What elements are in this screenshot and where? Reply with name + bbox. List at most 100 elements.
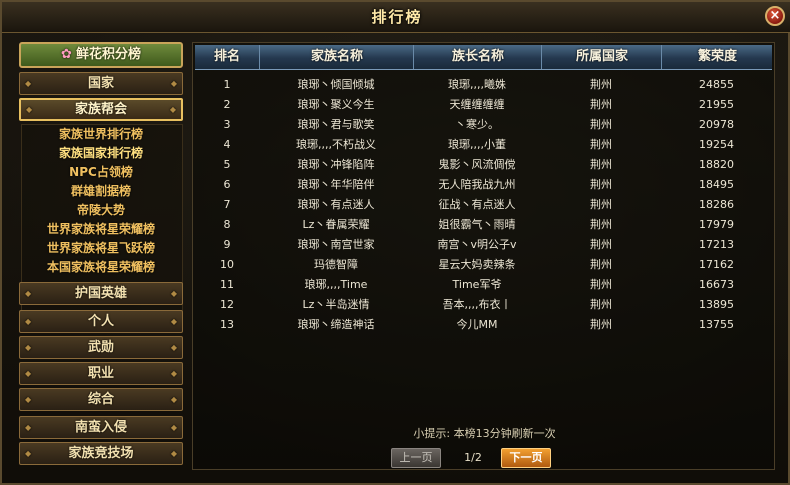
prosperity-cell: 19254 — [699, 138, 734, 151]
table-row[interactable]: 9 琅琊丶南宫世家 南宫丶v明公子v 荆州 17213 — [195, 235, 772, 255]
table-row[interactable]: 1 琅琊丶倾国倾城 琅琊,,,,曦姝 荆州 24855 — [195, 75, 772, 95]
submenu-npc-occupation[interactable]: NPC占领榜 — [19, 163, 183, 181]
leader-name-cell: 吾本,,,,布衣丨 — [442, 298, 512, 311]
ranking-window: 排行榜 × ✿鲜花积分榜 国家 家族帮会 家族世界排行榜 家族国家排行榜 NPC… — [0, 0, 790, 485]
rank-cell: 9 — [223, 238, 231, 251]
leader-name-cell: 征战丶有点迷人 — [438, 198, 516, 211]
prosperity-cell: 17213 — [699, 238, 734, 251]
family-name-cell: 琅琊丶君与歌笑 — [297, 118, 375, 131]
sidebar-item-family-arena[interactable]: 家族竞技场 — [19, 442, 183, 465]
country-cell: 荆州 — [590, 78, 612, 91]
leader-name-cell: 南宫丶v明公子v — [437, 238, 517, 251]
rank-cell: 6 — [223, 178, 231, 191]
rank-cell: 8 — [223, 218, 231, 231]
sidebar-item-label: 鲜花积分榜 — [75, 47, 141, 62]
country-cell: 荆州 — [590, 158, 612, 171]
leader-name-cell: 星云大妈卖辣条 — [438, 258, 516, 271]
submenu-country-star-glory[interactable]: 本国家族将星荣耀榜 — [19, 258, 183, 276]
column-header-rank[interactable]: 排名 — [195, 45, 259, 69]
column-header-prosperity[interactable]: 繁荣度 — [661, 45, 773, 69]
family-name-cell: Lz丶半岛迷情 — [302, 298, 370, 311]
ranking-table-panel: 排名 家族名称 族长名称 所属国家 繁荣度 1 琅琊丶倾国倾城 琅琊,,,,曦姝 荆州… — [192, 42, 775, 470]
rank-cell: 5 — [223, 158, 231, 171]
table-row[interactable]: 7 琅琊丶有点迷人 征战丶有点迷人 荆州 18286 — [195, 195, 772, 215]
prosperity-cell: 17979 — [699, 218, 734, 231]
table-row[interactable]: 6 琅琊丶年华陪伴 无人陪我战九州 荆州 18495 — [195, 175, 772, 195]
table-row[interactable]: 12 Lz丶半岛迷情 吾本,,,,布衣丨 荆州 13895 — [195, 295, 772, 315]
sidebar-item-guardian-hero[interactable]: 护国英雄 — [19, 282, 183, 305]
submenu-world-star-leap[interactable]: 世界家族将星飞跃榜 — [19, 239, 183, 257]
close-icon[interactable]: × — [765, 6, 785, 26]
country-cell: 荆州 — [590, 138, 612, 151]
submenu-family-country-ranking[interactable]: 家族国家排行榜 — [19, 144, 183, 162]
country-cell: 荆州 — [590, 178, 612, 191]
family-name-cell: 玛德智障 — [314, 258, 358, 271]
country-cell: 荆州 — [590, 238, 612, 251]
family-name-cell: 琅琊丶聚义今生 — [297, 98, 375, 111]
table-row[interactable]: 2 琅琊丶聚义今生 天缠缠缠缠 荆州 21955 — [195, 95, 772, 115]
leader-name-cell: Time军爷 — [452, 278, 502, 291]
prosperity-cell: 20978 — [699, 118, 734, 131]
title-bar: 排行榜 × — [2, 2, 790, 33]
table-row[interactable]: 13 琅琊丶缔造神话 今儿MM 荆州 13755 — [195, 315, 772, 335]
sidebar-item-profession[interactable]: 职业 — [19, 362, 183, 385]
family-name-cell: 琅琊丶有点迷人 — [297, 198, 375, 211]
rank-cell: 12 — [220, 298, 234, 311]
prosperity-cell: 18820 — [699, 158, 734, 171]
rank-cell: 3 — [223, 118, 231, 131]
leader-name-cell: 无人陪我战九州 — [438, 178, 516, 191]
sidebar-item-flower-ranking[interactable]: ✿ 鲜花积分榜 — [19, 42, 183, 68]
leader-name-cell: 今儿MM — [456, 318, 498, 331]
family-name-cell: 琅琊,,,,Time — [304, 278, 368, 291]
leader-name-cell: 琅琊,,,,曦姝 — [448, 78, 506, 91]
table-row[interactable]: 10 玛德智障 星云大妈卖辣条 荆州 17162 — [195, 255, 772, 275]
table-header: 排名 家族名称 族长名称 所属国家 繁荣度 — [195, 45, 772, 70]
sidebar-item-country[interactable]: 国家 — [19, 72, 183, 95]
window-title: 排行榜 — [371, 8, 423, 26]
rank-cell: 13 — [220, 318, 234, 331]
submenu-family-world-ranking[interactable]: 家族世界排行榜 — [19, 125, 183, 143]
country-cell: 荆州 — [590, 278, 612, 291]
table-row[interactable]: 8 Lz丶眷属荣耀 姐很霸气丶雨晴 荆州 17979 — [195, 215, 772, 235]
submenu-imperial-tomb[interactable]: 帝陵大势 — [19, 201, 183, 219]
page-indicator: 1/2 — [464, 451, 482, 464]
rank-cell: 7 — [223, 198, 231, 211]
family-name-cell: Lz丶眷属荣耀 — [302, 218, 370, 231]
prosperity-cell: 24855 — [699, 78, 734, 91]
rank-cell: 4 — [223, 138, 231, 151]
prosperity-cell: 13895 — [699, 298, 734, 311]
sidebar-item-merit[interactable]: 武勋 — [19, 336, 183, 359]
next-page-button[interactable]: 下一页 — [501, 448, 551, 468]
leader-name-cell: 姐很霸气丶雨晴 — [438, 218, 516, 231]
leader-name-cell: 丶寒少。 — [455, 118, 499, 131]
table-row[interactable]: 3 琅琊丶君与歌笑 丶寒少。 荆州 20978 — [195, 115, 772, 135]
sidebar-item-overall[interactable]: 综合 — [19, 388, 183, 411]
sidebar-item-family-guild[interactable]: 家族帮会 — [19, 98, 183, 121]
column-header-country[interactable]: 所属国家 — [541, 45, 662, 69]
country-cell: 荆州 — [590, 298, 612, 311]
column-header-leader-name[interactable]: 族长名称 — [413, 45, 542, 69]
sidebar-item-barbarian-invasion[interactable]: 南蛮入侵 — [19, 416, 183, 439]
rank-cell: 1 — [223, 78, 231, 91]
country-cell: 荆州 — [590, 98, 612, 111]
family-name-cell: 琅琊丶冲锋陷阵 — [297, 158, 375, 171]
prosperity-cell: 13755 — [699, 318, 734, 331]
rank-cell: 2 — [223, 98, 231, 111]
column-header-family-name[interactable]: 家族名称 — [259, 45, 414, 69]
family-name-cell: 琅琊丶南宫世家 — [297, 238, 375, 251]
rank-cell: 11 — [220, 278, 234, 291]
country-cell: 荆州 — [590, 118, 612, 131]
table-row[interactable]: 4 琅琊,,,,不朽战义 琅琊,,,,小董 荆州 19254 — [195, 135, 772, 155]
table-row[interactable]: 11 琅琊,,,,Time Time军爷 荆州 16673 — [195, 275, 772, 295]
submenu-world-star-glory[interactable]: 世界家族将星荣耀榜 — [19, 220, 183, 238]
sidebar-item-personal[interactable]: 个人 — [19, 310, 183, 333]
prev-page-button[interactable]: 上一页 — [391, 448, 441, 468]
submenu-warlords[interactable]: 群雄割据榜 — [19, 182, 183, 200]
leader-name-cell: 琅琊,,,,小董 — [448, 138, 506, 151]
flower-icon: ✿ — [61, 47, 72, 62]
prosperity-cell: 17162 — [699, 258, 734, 271]
family-name-cell: 琅琊丶倾国倾城 — [297, 78, 375, 91]
country-cell: 荆州 — [590, 258, 612, 271]
refresh-tip: 小提示: 本榜13分钟刷新一次 — [413, 427, 556, 440]
table-row[interactable]: 5 琅琊丶冲锋陷阵 鬼影丶风流倜傥 荆州 18820 — [195, 155, 772, 175]
